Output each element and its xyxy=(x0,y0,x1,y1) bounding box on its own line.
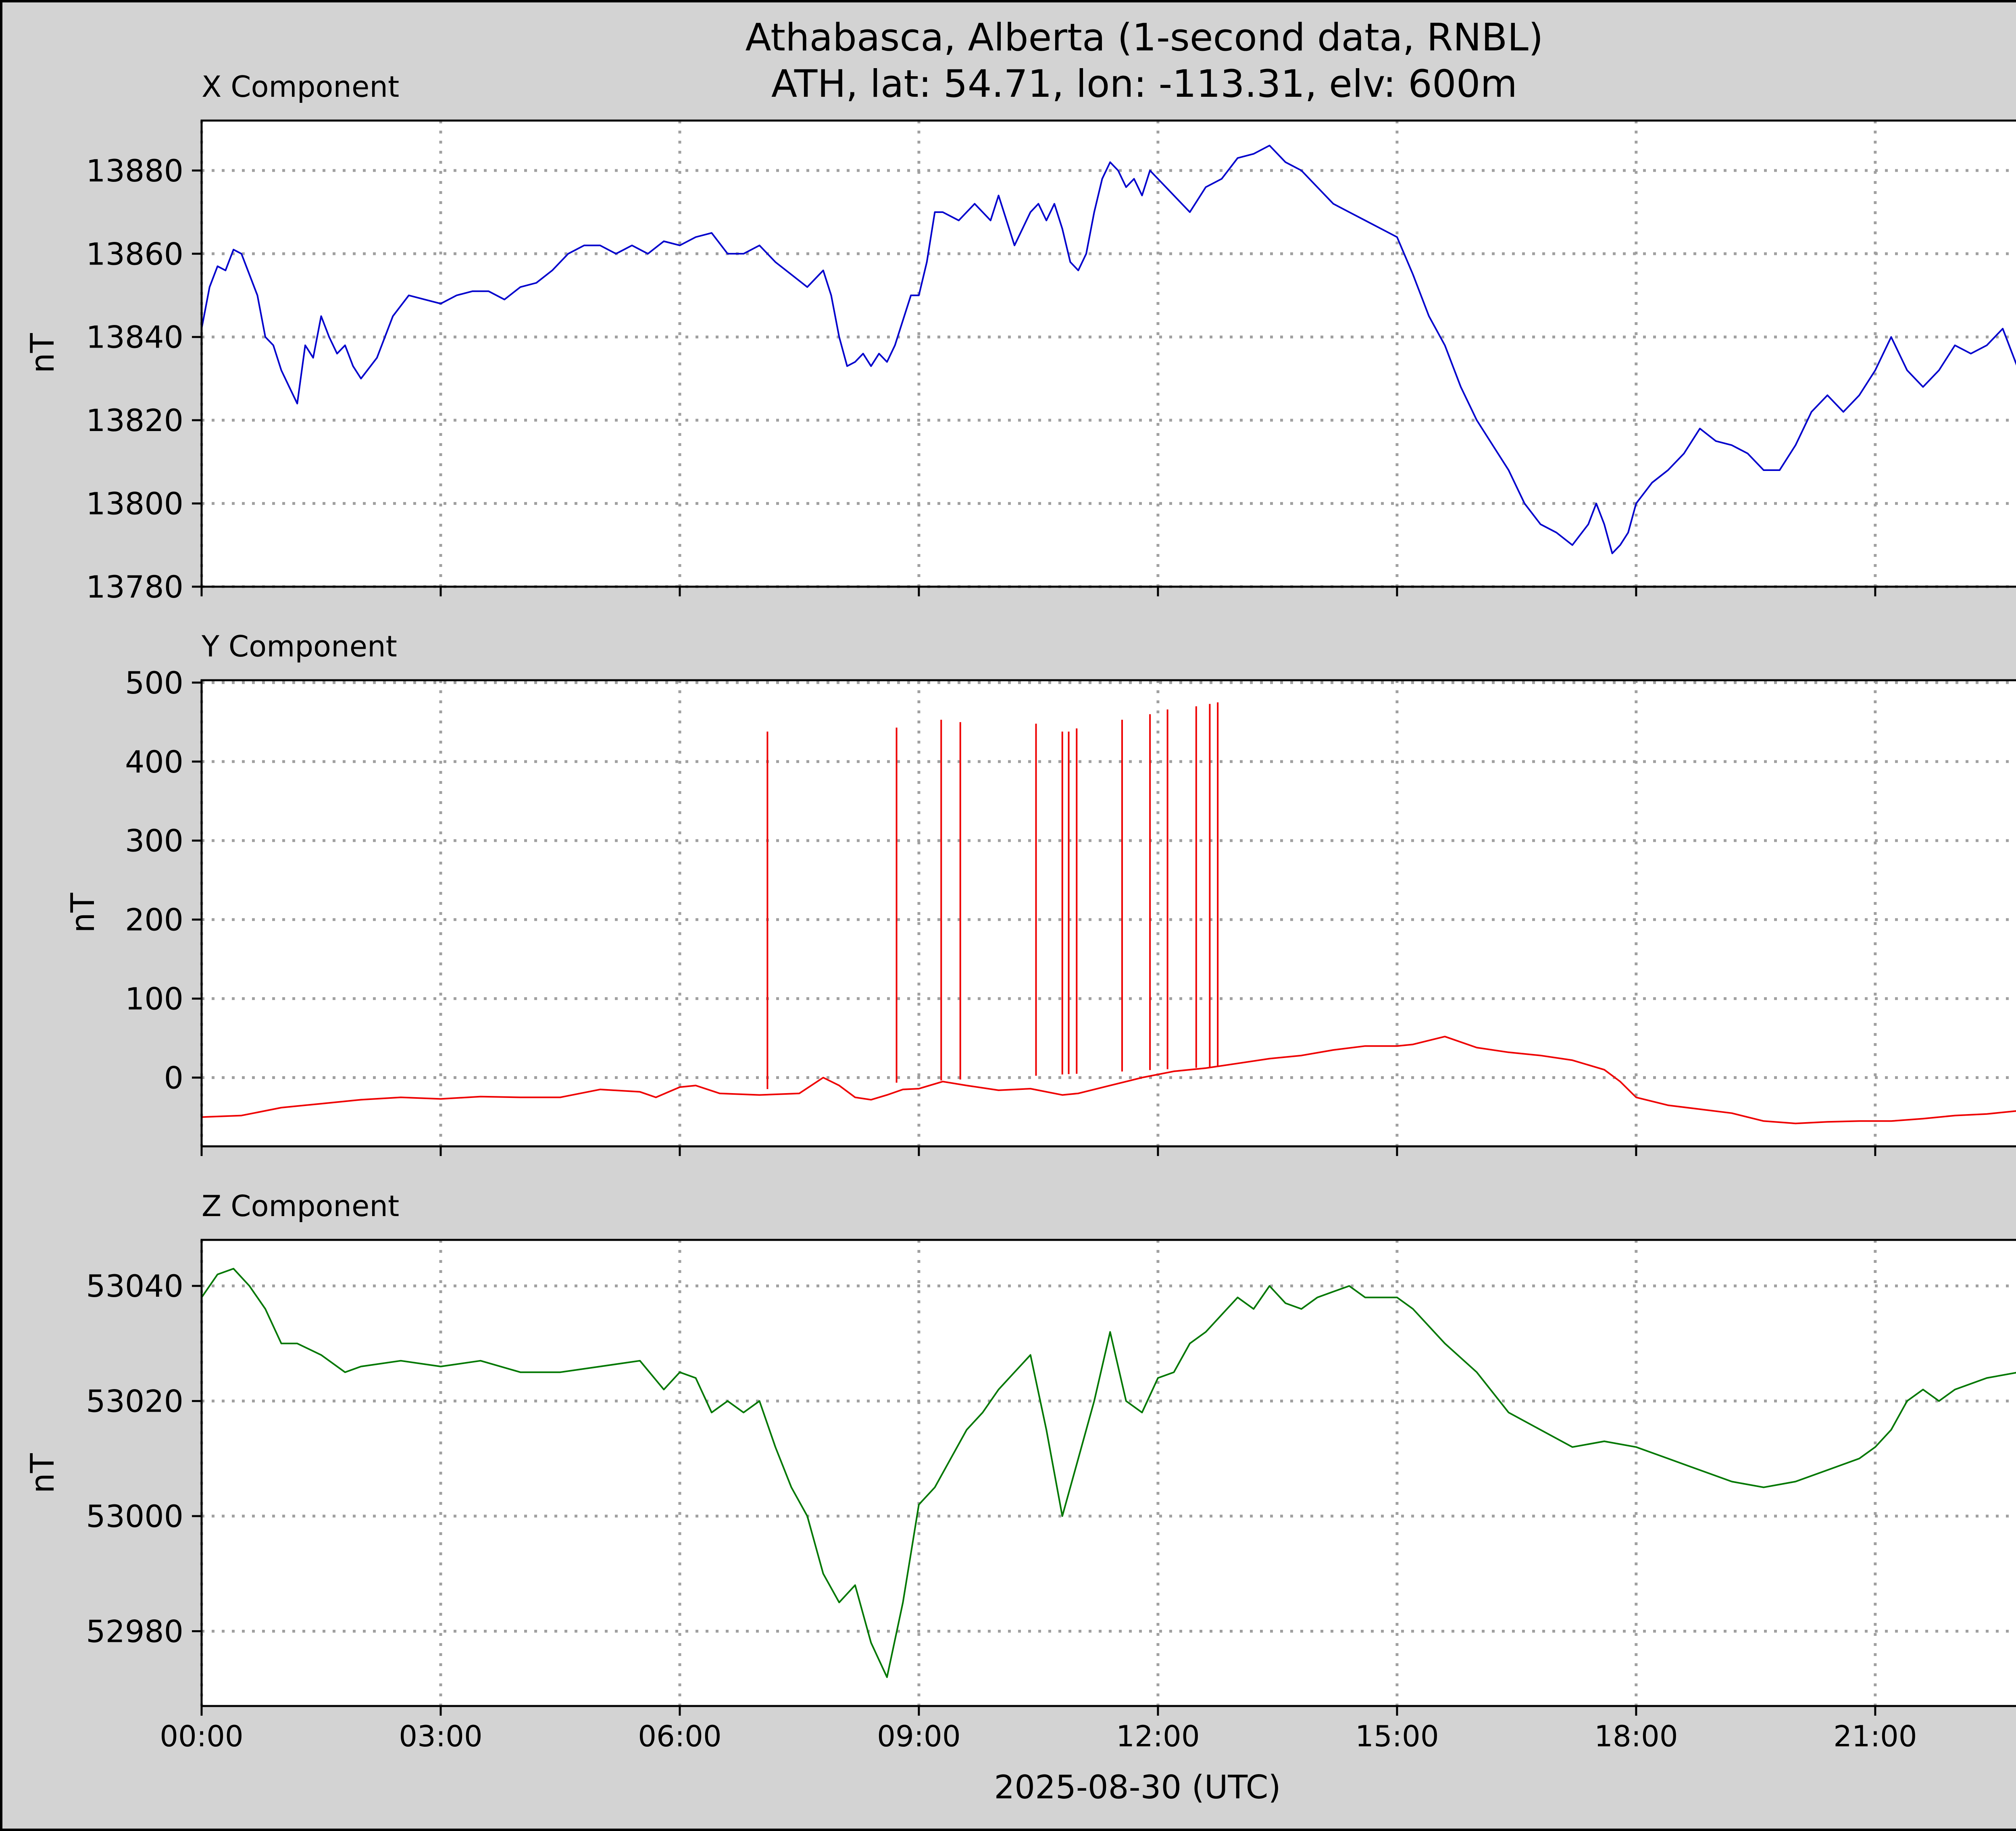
z-component-plot-area xyxy=(202,1240,2016,1706)
x-component-ylabel: nT xyxy=(24,333,61,373)
figure-title-line2: ATH, lat: 54.71, lon: -113.31, elv: 600m xyxy=(771,62,1517,106)
y-component-panel: Y Component nT 0 100 200 300 400 500 xyxy=(64,629,2016,1156)
z-component-xtick-label: 12:00 xyxy=(1116,1719,1200,1753)
z-component-xtick-label: 09:00 xyxy=(877,1719,961,1753)
x-component-ytick-label: 13780 xyxy=(86,569,183,605)
z-component-ytick-label: 52980 xyxy=(86,1613,183,1649)
y-component-ytick-label: 0 xyxy=(164,1060,183,1096)
z-component-xtick-label: 15:00 xyxy=(1355,1719,1439,1753)
z-component-xtick-label: 18:00 xyxy=(1594,1719,1678,1753)
z-component-xtick-label: 06:00 xyxy=(638,1719,722,1753)
x-component-ytick-label: 13840 xyxy=(86,319,183,355)
y-component-ytick-label: 100 xyxy=(125,981,183,1017)
x-component-ytick-label: 13800 xyxy=(86,486,183,522)
z-component-xtick-label: 03:00 xyxy=(399,1719,483,1753)
x-component-plot-area xyxy=(202,121,2016,587)
z-component-ytick-label: 53040 xyxy=(86,1268,183,1304)
y-component-ytick-label: 200 xyxy=(125,902,183,938)
z-component-ylabel: nT xyxy=(24,1453,61,1494)
z-component-ytick-label: 53020 xyxy=(86,1383,183,1419)
x-component-panel: X Component nT 13780 13800 13820 13840 13860… xyxy=(24,70,2016,605)
z-component-xtick-label: 21:00 xyxy=(1833,1719,1917,1753)
z-component-title: Z Component xyxy=(202,1189,399,1223)
z-component-panel: Z Component nT 52980 53000 53020 53040 00:00… xyxy=(24,1189,2016,1753)
x-component-ytick-label: 13860 xyxy=(86,236,183,272)
y-component-title: Y Component xyxy=(201,629,397,663)
y-component-ytick-label: 400 xyxy=(125,744,183,780)
y-component-ytick-label: 500 xyxy=(125,665,183,701)
z-component-xtick-label: 00:00 xyxy=(160,1719,244,1753)
z-component-ytick-label: 53000 xyxy=(86,1498,183,1534)
x-axis-label: 2025-08-30 (UTC) xyxy=(994,1769,1281,1806)
x-component-ytick-label: 13820 xyxy=(86,402,183,438)
x-component-ytick-label: 13880 xyxy=(86,153,183,189)
figure-title-line1: Athabasca, Alberta (1-second data, RNBL) xyxy=(745,16,1543,60)
x-component-title: X Component xyxy=(202,70,399,104)
y-component-ytick-label: 300 xyxy=(125,823,183,859)
figure: Athabasca, Alberta (1-second data, RNBL)… xyxy=(0,0,2016,1831)
y-component-ylabel: nT xyxy=(64,892,102,933)
